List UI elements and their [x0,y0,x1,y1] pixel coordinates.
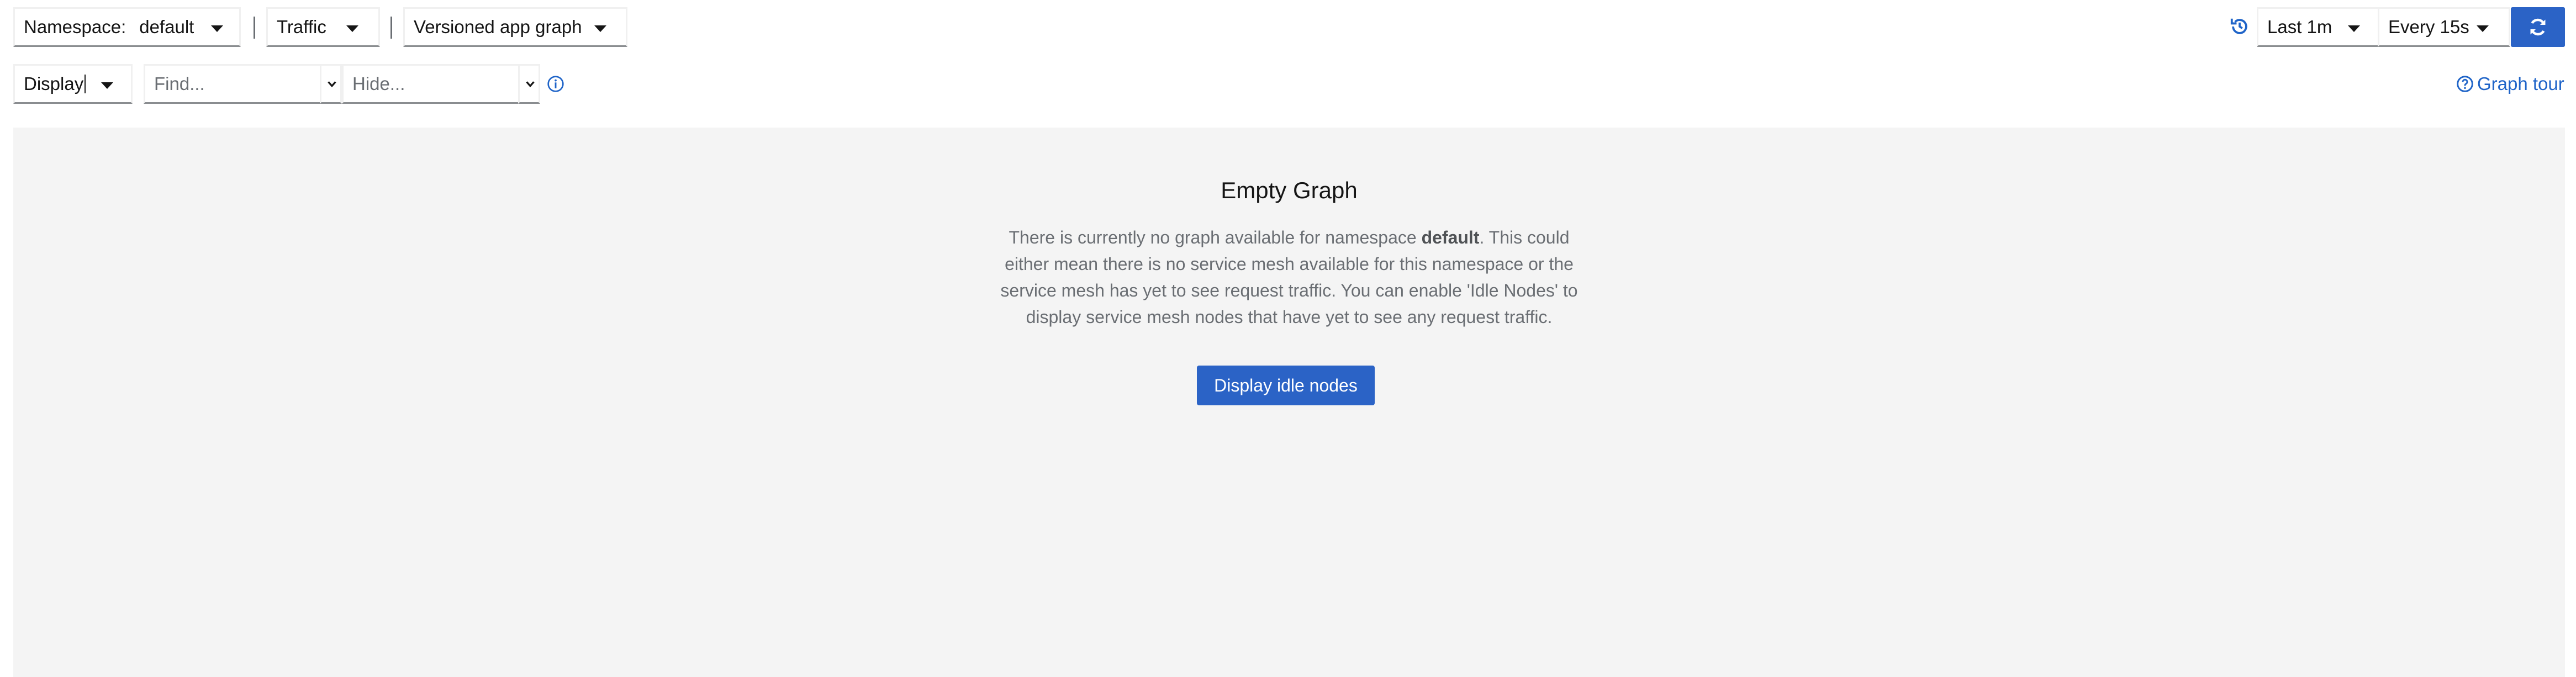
empty-state-text-before: There is currently no graph available fo… [1009,228,1422,247]
filter-toolbar: Display Find... Hide... Graph tour [0,64,2576,104]
empty-state-body: There is currently no graph available fo… [991,224,1587,330]
chevron-down-icon [594,25,606,32]
refresh-button[interactable] [2511,7,2565,47]
find-placeholder: Find... [154,73,205,94]
display-label: Display [24,73,84,94]
empty-state-namespace: default [1421,228,1480,247]
time-range-value: Last 1m [2267,17,2332,37]
chevron-down-icon [526,81,535,88]
info-circle-icon[interactable] [547,75,564,96]
chevron-down-icon [101,82,113,89]
question-circle-icon [2456,75,2474,93]
graph-tour-label: Graph tour [2477,73,2564,94]
chevron-down-icon [346,25,358,32]
chevron-down-icon [328,81,336,88]
graph-toolbar: Namespace: default Traffic Versioned app… [0,7,2576,47]
refresh-interval-value: Every 15s [2388,17,2469,37]
display-dropdown[interactable]: Display [13,64,133,104]
chevron-down-icon [2348,25,2360,32]
traffic-dropdown[interactable]: Traffic [266,7,380,47]
time-range-dropdown[interactable]: Last 1m [2257,7,2379,47]
chevron-down-icon [211,25,223,32]
graph-tour-link[interactable]: Graph tour [2456,64,2564,104]
namespace-value: default [139,17,194,37]
chevron-down-icon [2477,25,2489,32]
find-input[interactable]: Find... [144,64,321,104]
hide-placeholder: Hide... [352,73,405,94]
namespace-dropdown[interactable]: Namespace: default [13,7,241,47]
history-icon [2229,16,2250,40]
graph-type-value: Versioned app graph [414,17,582,37]
divider [254,17,255,39]
hide-input[interactable]: Hide... [342,64,520,104]
hide-dropdown-toggle[interactable] [518,64,540,104]
display-idle-nodes-button[interactable]: Display idle nodes [1197,366,1375,405]
find-dropdown-toggle[interactable] [320,64,342,104]
graph-canvas: Empty Graph There is currently no graph … [13,128,2565,677]
namespace-label: Namespace: [24,17,126,37]
text-cursor [85,75,86,93]
traffic-label: Traffic [277,17,326,37]
empty-state-title: Empty Graph [1221,177,1358,203]
graph-type-dropdown[interactable]: Versioned app graph [403,7,627,47]
refresh-interval-dropdown[interactable]: Every 15s [2378,7,2510,47]
divider [390,17,392,39]
